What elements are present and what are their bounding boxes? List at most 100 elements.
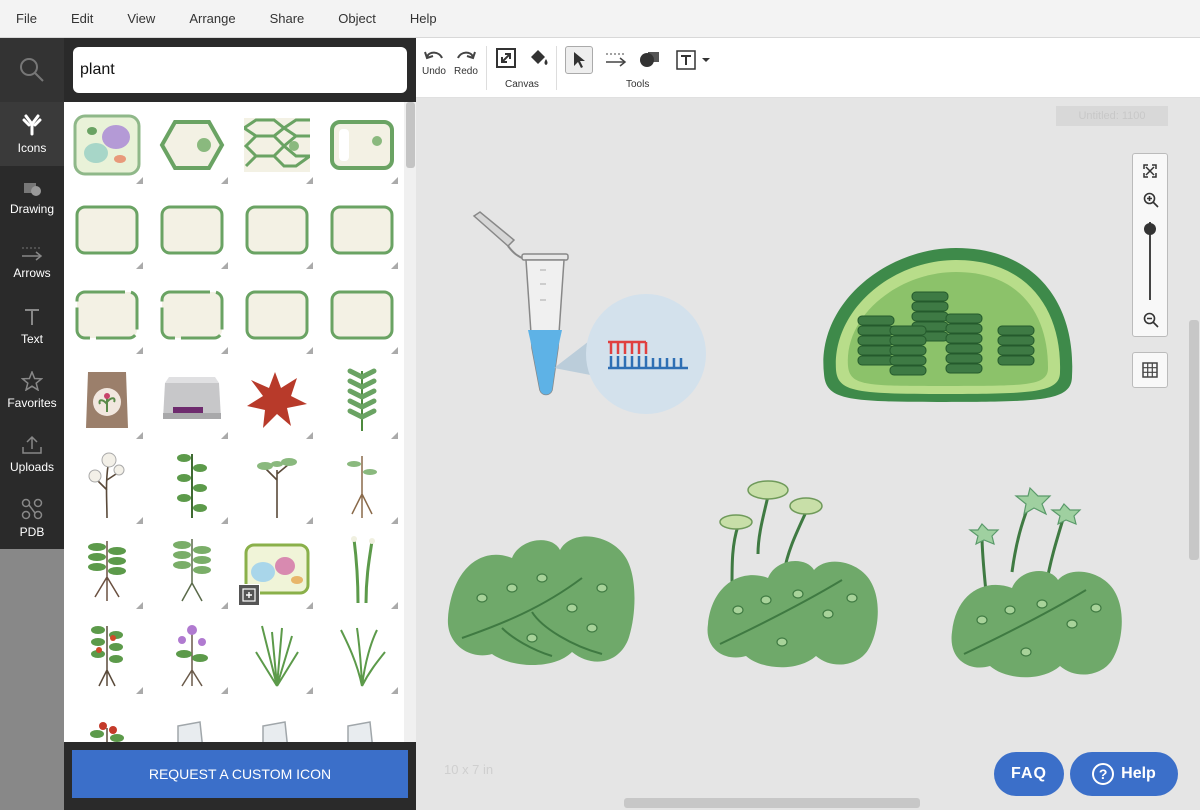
icon-info-corner[interactable] <box>136 687 143 694</box>
liverwort-illustration[interactable] <box>442 528 642 673</box>
icon-result-fern[interactable] <box>319 357 404 442</box>
icon-info-corner[interactable] <box>306 602 313 609</box>
sidebar-item-arrows[interactable]: Arrows <box>0 230 64 294</box>
menu-item-share[interactable]: Share <box>270 11 305 26</box>
icon-info-corner[interactable] <box>136 177 143 184</box>
sidebar-item-text[interactable]: Text <box>0 294 64 358</box>
canvas[interactable]: Untitled: 1100 10 x 7 in <box>416 98 1200 798</box>
menu-item-object[interactable]: Object <box>338 11 376 26</box>
line-tool-button[interactable] <box>605 51 627 67</box>
icon-info-corner[interactable] <box>136 432 143 439</box>
icon-info-corner[interactable] <box>306 517 313 524</box>
icon-result-cell-frame[interactable] <box>234 272 319 357</box>
icon-info-corner[interactable] <box>221 517 228 524</box>
icon-result-cell-frame[interactable] <box>64 187 149 272</box>
icon-result-rounded-cell[interactable] <box>319 102 404 187</box>
icon-info-corner[interactable] <box>221 432 228 439</box>
icon-result-glass-slide[interactable] <box>234 697 319 742</box>
canvas-horizontal-scroll-thumb[interactable] <box>624 798 920 808</box>
icon-result-cotton-plant[interactable] <box>64 442 149 527</box>
menu-item-arrange[interactable]: Arrange <box>189 11 235 26</box>
icon-panel-scrollbar[interactable] <box>404 102 416 742</box>
icon-result-cell-frame[interactable] <box>319 187 404 272</box>
icon-info-corner[interactable] <box>306 687 313 694</box>
icon-info-corner[interactable] <box>221 602 228 609</box>
icon-result-grass-shoot[interactable] <box>319 527 404 612</box>
icon-result-cell-frame[interactable] <box>149 187 234 272</box>
zoom-out-icon[interactable] <box>1143 312 1159 328</box>
canvas-vertical-scroll-thumb[interactable] <box>1189 320 1199 560</box>
zoom-slider-handle[interactable] <box>1144 223 1156 235</box>
icon-result-seed-bag[interactable] <box>64 357 149 442</box>
icon-info-corner[interactable] <box>391 602 398 609</box>
resize-canvas-button[interactable] <box>495 47 517 69</box>
icon-result-grass[interactable] <box>319 612 404 697</box>
icon-result-cell-frame[interactable] <box>319 272 404 357</box>
grid-toggle-button[interactable] <box>1132 352 1168 388</box>
icon-info-corner[interactable] <box>136 517 143 524</box>
icon-result-vine-plant[interactable] <box>149 442 234 527</box>
search-input[interactable] <box>73 47 407 93</box>
menu-item-help[interactable]: Help <box>410 11 437 26</box>
menu-item-edit[interactable]: Edit <box>71 11 93 26</box>
sidebar-item-uploads[interactable]: Uploads <box>0 422 64 486</box>
icon-info-corner[interactable] <box>221 262 228 269</box>
icon-result-glass-slide[interactable] <box>319 697 404 742</box>
sidebar-item-pdb[interactable]: PDB <box>0 486 64 550</box>
icon-result-seedling-roots[interactable] <box>319 442 404 527</box>
icon-result-hexagon-cell[interactable] <box>149 102 234 187</box>
icon-result-berry-plant[interactable] <box>64 697 149 742</box>
sidebar-item-drawing[interactable]: Drawing <box>0 166 64 230</box>
icon-info-corner[interactable] <box>136 262 143 269</box>
icon-result-tomato-plant[interactable] <box>64 612 149 697</box>
icon-info-corner[interactable] <box>221 687 228 694</box>
icon-result-cell-wall-tiles[interactable] <box>234 102 319 187</box>
icon-result-sapling[interactable] <box>234 442 319 527</box>
chloroplast-illustration[interactable] <box>816 244 1078 406</box>
icon-info-corner[interactable] <box>306 177 313 184</box>
icon-result-incubator[interactable] <box>149 357 234 442</box>
shape-tool-button[interactable] <box>639 50 661 68</box>
icon-info-corner[interactable] <box>221 347 228 354</box>
liverwort-archegoniophore-illustration[interactable] <box>702 474 882 674</box>
zoom-in-icon[interactable] <box>1143 192 1159 208</box>
icon-info-corner[interactable] <box>136 602 143 609</box>
undo-button[interactable]: Undo <box>422 48 446 77</box>
icon-result-cell-frame[interactable] <box>234 187 319 272</box>
icon-info-corner[interactable] <box>391 432 398 439</box>
icon-result-flowering-plant[interactable] <box>149 612 234 697</box>
icon-panel-scroll-thumb[interactable] <box>406 102 415 168</box>
icon-info-corner[interactable] <box>221 177 228 184</box>
icon-info-corner[interactable] <box>306 432 313 439</box>
sidebar-item-favorites[interactable]: Favorites <box>0 358 64 422</box>
microtube-dna-illustration[interactable] <box>466 208 716 418</box>
icon-result-cell-frame-dashed[interactable] <box>149 272 234 357</box>
icon-info-corner[interactable] <box>391 262 398 269</box>
icon-info-corner[interactable] <box>391 517 398 524</box>
icon-info-corner[interactable] <box>306 262 313 269</box>
icon-info-corner[interactable] <box>136 347 143 354</box>
search-toggle[interactable] <box>0 38 64 102</box>
fit-screen-icon[interactable] <box>1143 164 1157 178</box>
menu-item-view[interactable]: View <box>127 11 155 26</box>
icon-result-plant-with-roots[interactable] <box>64 527 149 612</box>
menu-item-file[interactable]: File <box>16 11 37 26</box>
icon-result-grass-tuft[interactable] <box>234 612 319 697</box>
redo-button[interactable]: Redo <box>454 48 478 77</box>
faq-button[interactable]: FAQ <box>994 752 1064 796</box>
fill-canvas-button[interactable] <box>527 47 551 69</box>
icon-result-glass-slide[interactable] <box>149 697 234 742</box>
liverwort-antheridiophore-illustration[interactable] <box>946 482 1126 682</box>
select-tool-button[interactable] <box>565 46 593 74</box>
help-button[interactable]: ? Help <box>1070 752 1178 796</box>
icon-result-dendritic-cell[interactable] <box>234 357 319 442</box>
request-custom-icon-button[interactable]: REQUEST A CUSTOM ICON <box>72 750 408 798</box>
icon-result-young-plant[interactable] <box>149 527 234 612</box>
icon-result-plant-cell[interactable] <box>64 102 149 187</box>
icon-result-cell-frame-dashed[interactable] <box>64 272 149 357</box>
icon-info-corner[interactable] <box>306 347 313 354</box>
text-tool-button[interactable] <box>675 49 712 71</box>
icon-info-corner[interactable] <box>391 177 398 184</box>
sidebar-item-icons[interactable]: Icons <box>0 102 64 166</box>
icon-info-corner[interactable] <box>391 347 398 354</box>
